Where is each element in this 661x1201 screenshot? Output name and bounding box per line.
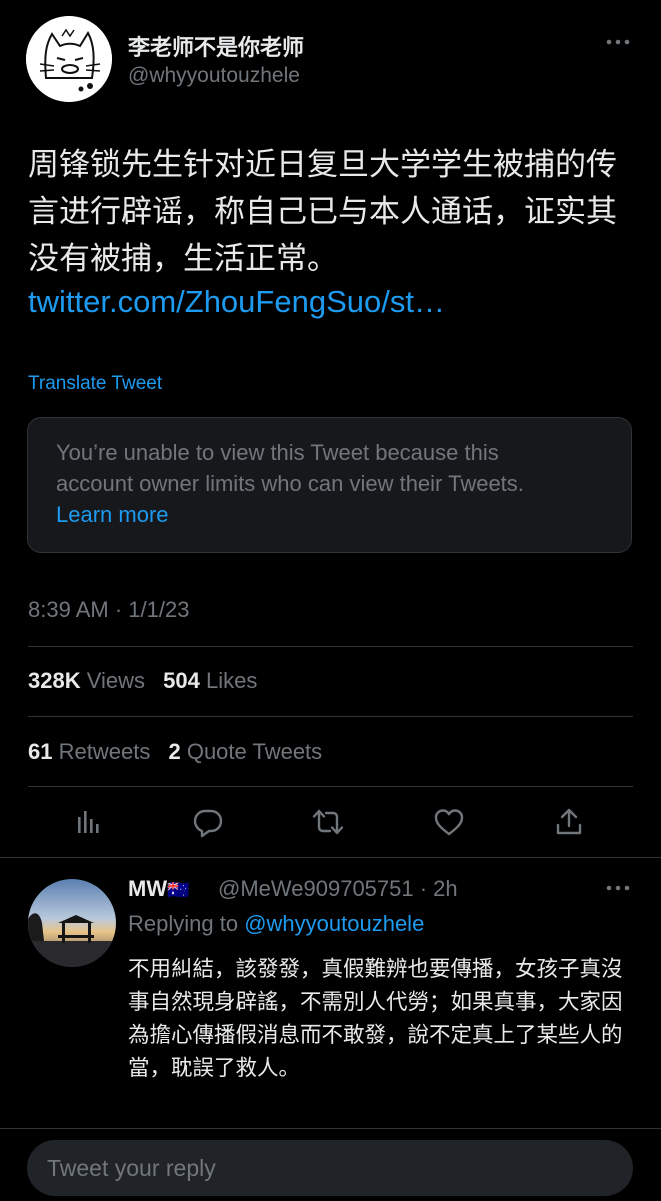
share-icon[interactable] bbox=[549, 802, 589, 842]
retweets-count[interactable]: 61 bbox=[28, 739, 52, 764]
retweet-icon[interactable] bbox=[308, 802, 348, 842]
author-display-name[interactable]: 李老师不是你老师 bbox=[128, 30, 304, 62]
australia-flag-icon: 🇦🇺 bbox=[167, 880, 190, 900]
reply-avatar-landscape-icon bbox=[28, 879, 116, 967]
tweet-timestamp: 8:39 AM · 1/1/23 bbox=[28, 597, 190, 622]
reply-more-options-icon[interactable] bbox=[604, 876, 632, 900]
quote-tweets-label[interactable]: Quote Tweets bbox=[187, 739, 322, 764]
author-avatar[interactable] bbox=[26, 16, 112, 102]
divider bbox=[0, 857, 661, 858]
reply-display-name[interactable]: MW bbox=[128, 876, 167, 901]
views-likes-row: 328K Views 504 Likes bbox=[28, 668, 269, 694]
analytics-icon[interactable] bbox=[68, 802, 108, 842]
reply-author-name[interactable]: MW🇦🇺 bbox=[128, 876, 190, 902]
cat-doodle-avatar-icon bbox=[26, 16, 112, 102]
divider bbox=[28, 646, 633, 647]
retweets-label[interactable]: Retweets bbox=[59, 739, 151, 764]
author-handle[interactable]: @whyyoutouzhele bbox=[128, 64, 300, 88]
reply-handle-time[interactable]: @MeWe909705751 · 2h bbox=[218, 876, 458, 902]
quoted-tweet-notice-line2: account owner limits who can view their … bbox=[56, 471, 524, 496]
translate-tweet-link[interactable]: Translate Tweet bbox=[28, 373, 162, 395]
views-count: 328K bbox=[28, 668, 81, 693]
tweet-text: 周锋锁先生针对近日复旦大学学生被捕的传言进行辟谣，称自己已与本人通话，证实其没有… bbox=[28, 147, 617, 277]
retweets-quotes-row: 61 Retweets 2 Quote Tweets bbox=[28, 739, 334, 765]
reply-author-avatar[interactable] bbox=[28, 879, 116, 967]
divider bbox=[28, 716, 633, 717]
likes-label[interactable]: Likes bbox=[206, 668, 257, 693]
replying-to-prefix: Replying to bbox=[128, 911, 239, 936]
divider bbox=[28, 786, 633, 787]
reply-icon[interactable] bbox=[188, 802, 228, 842]
like-icon[interactable] bbox=[429, 802, 469, 842]
quoted-tweet-notice-line1: You’re unable to view this Tweet because… bbox=[56, 440, 499, 465]
more-options-icon[interactable] bbox=[604, 30, 632, 54]
tweet-link[interactable]: twitter.com/ZhouFengSuo/st… bbox=[28, 284, 445, 320]
reply-text: 不用糾結，該發發，真假難辨也要傳播，女孩子真沒事自然現身辟謠，不需別人代勞；如果… bbox=[128, 957, 623, 1081]
replying-to-handle[interactable]: @whyyoutouzhele bbox=[244, 911, 424, 936]
quote-tweets-count[interactable]: 2 bbox=[168, 739, 180, 764]
reply-input[interactable] bbox=[27, 1140, 633, 1196]
learn-more-link[interactable]: Learn more bbox=[56, 502, 169, 528]
quoted-tweet-card: You’re unable to view this Tweet because… bbox=[27, 417, 632, 553]
views-label: Views bbox=[86, 668, 146, 693]
replying-to: Replying to @whyyoutouzhele bbox=[128, 911, 424, 937]
likes-count[interactable]: 504 bbox=[163, 668, 200, 693]
